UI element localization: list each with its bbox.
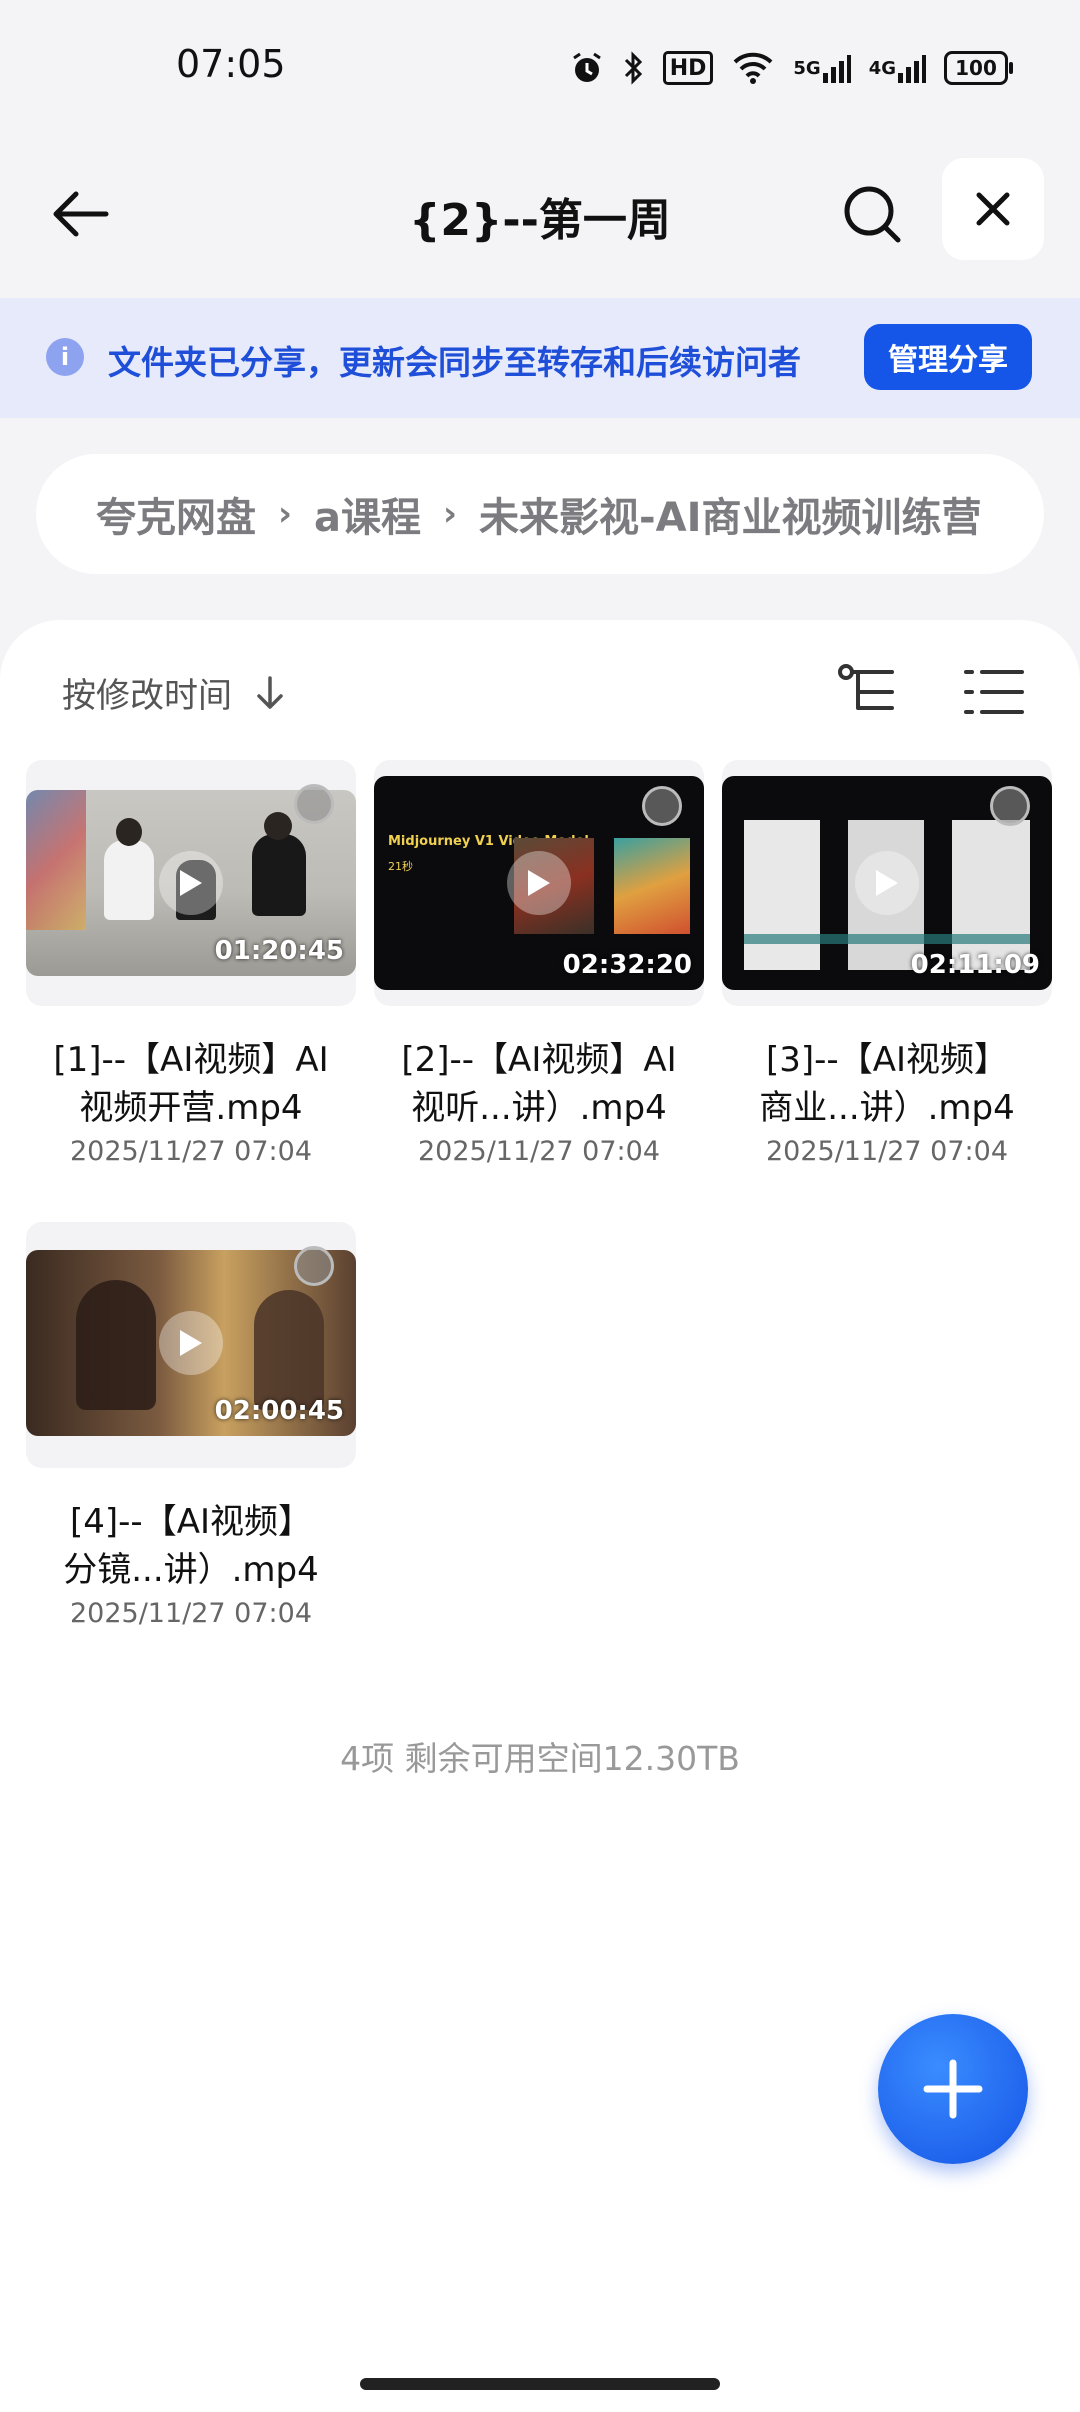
status-icons: HD 5G 4G 100 [569, 48, 1013, 88]
chevron-right-icon: › [278, 494, 293, 534]
header: {2}--第一周 [0, 150, 1080, 270]
file-name: [2]--【AI视频】AI 视听...讲）.mp4 [401, 1040, 677, 1128]
alarm-icon [569, 48, 605, 88]
list-icon [964, 670, 1024, 714]
video-thumbnail[interactable]: 01:20:45 [26, 760, 356, 1006]
video-thumbnail[interactable]: Midjourney V1 Video Model 21秒 02:32:20 [374, 760, 704, 1006]
page-title: {2}--第一周 [409, 195, 671, 246]
breadcrumb-item-course[interactable]: a课程 [314, 485, 421, 543]
play-icon [855, 851, 919, 915]
hd-icon: HD [662, 51, 714, 85]
file-date: 2025/11/27 07:04 [69, 1598, 312, 1629]
plus-icon [923, 2059, 983, 2119]
close-button[interactable] [942, 158, 1044, 260]
file-card[interactable]: 02:00:45 [4]--【AI视频】 分镜...讲）.mp4 2025/11/… [26, 1222, 356, 1629]
breadcrumb: 夸克网盘 › a课程 › 未来影视-AI商业视频训练营 [36, 454, 1044, 574]
file-name: [4]--【AI视频】 分镜...讲）.mp4 [63, 1502, 319, 1590]
video-duration: 02:00:45 [214, 1396, 344, 1426]
file-name: [1]--【AI视频】AI 视频开营.mp4 [53, 1040, 329, 1128]
status-time: 07:05 [176, 42, 286, 86]
breadcrumb-item-folder[interactable]: 未来影视-AI商业视频训练营 [479, 485, 981, 543]
sort-selector[interactable]: 按修改时间 [62, 668, 284, 717]
file-date: 2025/11/27 07:04 [765, 1136, 1008, 1167]
select-checkbox[interactable] [990, 786, 1030, 826]
add-button[interactable] [878, 2014, 1028, 2164]
video-duration: 02:32:20 [562, 950, 692, 980]
wifi-icon [731, 48, 775, 88]
file-card[interactable]: Midjourney V1 Video Model 21秒 02:32:20 [… [374, 760, 704, 1167]
sort-label: 按修改时间 [62, 676, 232, 716]
select-checkbox[interactable] [294, 1246, 334, 1286]
select-checkbox[interactable] [642, 786, 682, 826]
list-view-button[interactable] [962, 660, 1026, 724]
signal-5g-icon: 5G [793, 48, 851, 88]
play-icon [159, 851, 223, 915]
select-checkbox[interactable] [294, 784, 334, 824]
video-duration: 01:20:45 [214, 936, 344, 966]
share-banner: i 文件夹已分享，更新会同步至转存和后续访问者 管理分享 [0, 298, 1080, 418]
manage-share-button[interactable]: 管理分享 [864, 324, 1032, 390]
file-name: [3]--【AI视频】 商业...讲）.mp4 [759, 1040, 1015, 1128]
storage-info: 4项 剩余可用空间12.30TB [340, 1739, 740, 1778]
thumbnail-slide-subtitle: 21秒 [388, 860, 413, 873]
signal-4g-icon: 4G [869, 48, 926, 88]
video-thumbnail[interactable]: 02:11:09 [722, 760, 1052, 1006]
file-date: 2025/11/27 07:04 [69, 1136, 312, 1167]
file-date: 2025/11/27 07:04 [417, 1136, 660, 1167]
home-indicator[interactable] [360, 2378, 720, 2390]
play-icon [507, 851, 571, 915]
file-card[interactable]: 01:20:45 [1]--【AI视频】AI 视频开营.mp4 2025/11/2… [26, 760, 356, 1167]
file-card[interactable]: 02:11:09 [3]--【AI视频】 商业...讲）.mp4 2025/11/… [722, 760, 1052, 1167]
status-bar: 07:05 HD 5G 4G 100 [0, 0, 1080, 140]
bluetooth-icon [623, 48, 645, 88]
search-button[interactable] [834, 176, 910, 252]
breadcrumb-item-root[interactable]: 夸克网盘 [96, 485, 256, 543]
battery-icon: 100 [944, 51, 1013, 85]
tree-icon [838, 664, 894, 710]
video-thumbnail[interactable]: 02:00:45 [26, 1222, 356, 1468]
video-duration: 02:11:09 [910, 950, 1040, 980]
chevron-right-icon: › [443, 494, 458, 534]
tree-view-button[interactable] [836, 660, 900, 724]
banner-text: 文件夹已分享，更新会同步至转存和后续访问者 [108, 343, 801, 382]
info-icon: i [46, 338, 84, 376]
arrow-down-icon [257, 675, 283, 709]
play-icon [159, 1311, 223, 1375]
close-icon [976, 192, 1010, 226]
search-icon [844, 186, 901, 243]
